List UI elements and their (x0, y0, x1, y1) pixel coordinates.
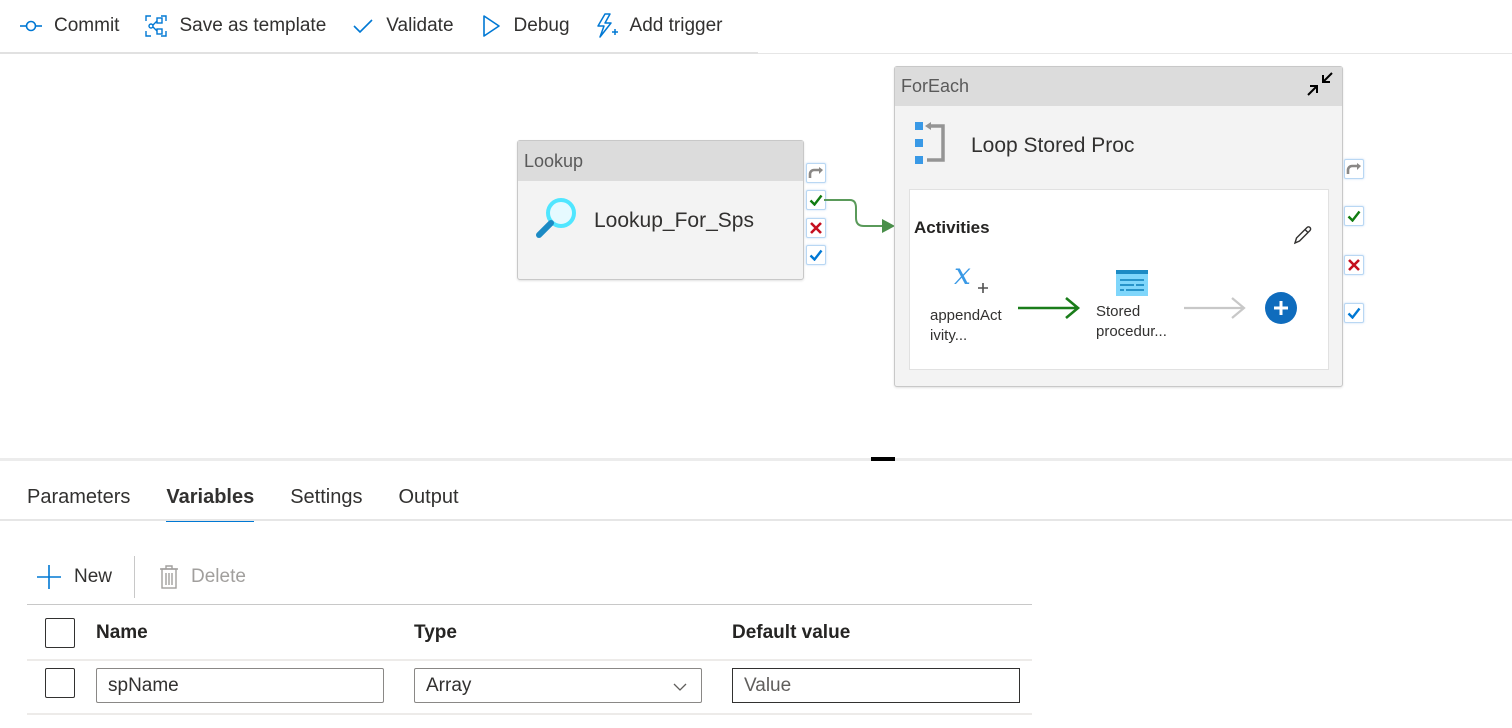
template-icon (143, 13, 169, 39)
append-variable-icon: x (952, 257, 992, 303)
add-trigger-button[interactable]: Add trigger (594, 6, 723, 46)
foreach-icon (915, 122, 947, 169)
skip-arrow-icon (1346, 163, 1361, 174)
foreach-skip-connector[interactable] (1344, 159, 1364, 179)
tab-settings[interactable]: Settings (290, 474, 362, 520)
add-trigger-label: Add trigger (629, 15, 723, 36)
delete-variable-button[interactable]: Delete (159, 564, 246, 590)
tab-parameters[interactable]: Parameters (27, 474, 130, 520)
column-header-default-value: Default value (732, 622, 851, 643)
edit-pencil-icon[interactable] (1292, 224, 1314, 251)
failure-x-icon (1348, 259, 1360, 271)
foreach-activity[interactable]: ForEach Loop Stored Proc Activities x ap… (894, 66, 1343, 387)
variable-name-input[interactable]: spName (96, 668, 384, 703)
lightning-icon (594, 13, 620, 39)
column-header-name: Name (96, 622, 148, 643)
commit-label: Commit (54, 15, 120, 36)
debug-label: Debug (513, 15, 570, 36)
foreach-success-connector[interactable] (1344, 206, 1364, 226)
stored-procedure-name-line1: Stored (1096, 303, 1141, 320)
append-variable-name-line1: appendAct (930, 307, 1002, 324)
success-check-icon (1347, 210, 1361, 222)
validate-label: Validate (386, 15, 454, 36)
commit-button[interactable]: Commit (18, 6, 119, 46)
tabs-divider (0, 519, 1512, 521)
foreach-activity-name: Loop Stored Proc (971, 133, 1135, 157)
pending-link-arrow (1184, 297, 1246, 319)
append-variable-activity[interactable]: x appendAct ivity... (930, 257, 1010, 348)
lookup-activity[interactable]: Lookup Lookup_For_Sps (517, 140, 804, 280)
command-separator (134, 556, 136, 598)
success-dependency-link[interactable] (820, 190, 900, 240)
variable-type-select[interactable]: Array (414, 668, 702, 703)
append-variable-name-line2: ivity... (930, 327, 968, 344)
splitter-handle[interactable] (871, 457, 895, 461)
save-as-template-button[interactable]: Save as template (143, 6, 326, 46)
success-link-arrow[interactable] (1016, 294, 1082, 322)
collapse-icon[interactable] (1306, 71, 1334, 102)
column-header-type: Type (414, 622, 457, 643)
foreach-activity-type: ForEach (901, 76, 970, 96)
play-icon (478, 13, 504, 39)
completion-check-icon (1347, 307, 1361, 319)
default-value-input[interactable]: Value (732, 668, 1020, 703)
completion-check-icon (809, 249, 823, 261)
debug-button[interactable]: Debug (478, 6, 570, 46)
stored-procedure-icon (1116, 270, 1148, 301)
stored-procedure-activity[interactable]: Stored procedur... (1096, 270, 1186, 350)
save-as-template-label: Save as template (179, 15, 327, 36)
foreach-failure-connector[interactable] (1344, 255, 1364, 275)
default-value-placeholder: Value (744, 674, 792, 696)
foreach-inner-activities[interactable]: Activities x appendAct ivity... Stored p… (909, 189, 1329, 370)
trash-icon (159, 564, 179, 590)
commit-icon (18, 13, 44, 39)
panel-splitter[interactable] (0, 458, 1512, 461)
toolbar-divider (758, 53, 1512, 54)
tab-output[interactable]: Output (398, 474, 458, 520)
tab-variables[interactable]: Variables (166, 474, 254, 522)
table-header-row: Name Type Default value (27, 605, 1032, 661)
new-variable-label: New (74, 566, 113, 587)
foreach-completion-connector[interactable] (1344, 303, 1364, 323)
variables-command-bar: New Delete (36, 556, 246, 598)
plus-icon (36, 564, 62, 590)
variable-name-value: spName (108, 674, 179, 696)
add-activity-plus-icon[interactable] (1265, 292, 1297, 329)
properties-tabs: Parameters Variables Settings Output (27, 474, 495, 522)
pipeline-canvas[interactable]: Lookup Lookup_For_Sps ForEach Loop Store… (0, 56, 1512, 456)
select-all-checkbox[interactable] (45, 618, 75, 648)
lookup-activity-name: Lookup_For_Sps (594, 208, 754, 232)
lookup-completion-connector[interactable] (806, 245, 826, 265)
lookup-skip-connector[interactable] (806, 163, 826, 183)
variable-type-value: Array (426, 674, 472, 696)
new-variable-button[interactable]: New (36, 564, 112, 590)
pipeline-toolbar: Commit Save as template Validate Debug A… (0, 0, 758, 54)
stored-procedure-name-line2: procedur... (1096, 323, 1167, 340)
variables-table: Name Type Default value spName Array Val… (27, 604, 1032, 715)
delete-variable-label: Delete (191, 566, 246, 587)
table-row: spName Array Value (27, 661, 1032, 715)
checkmark-icon (350, 13, 376, 39)
lookup-icon (534, 195, 580, 246)
skip-arrow-icon (808, 167, 823, 178)
svg-text:x: x (954, 258, 971, 292)
lookup-activity-type: Lookup (518, 141, 803, 181)
validate-button[interactable]: Validate (350, 6, 454, 46)
chevron-down-icon (673, 678, 687, 700)
activities-heading: Activities (914, 218, 990, 237)
row-checkbox[interactable] (45, 668, 75, 698)
